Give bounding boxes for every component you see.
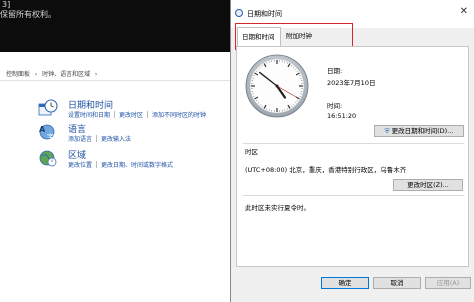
time-label: 时间: (327, 102, 343, 110)
svg-text:A: A (39, 125, 46, 134)
change-datetime-button[interactable]: ⛨ 更改日期和时间(D)... (374, 125, 464, 137)
time-value: 16:51:20 (327, 112, 357, 120)
breadcrumb-item-control-panel[interactable]: 控制面板 (6, 71, 30, 78)
svg-text:字: 字 (47, 132, 54, 141)
timezone-section-label: 时区 (245, 148, 258, 156)
link-separator (96, 135, 98, 142)
ok-button[interactable]: 确定 (321, 277, 369, 289)
breadcrumb-separator: › (32, 71, 40, 78)
link-change-location[interactable]: 更改位置 (68, 162, 92, 169)
link-add-clocks[interactable]: 添加不同时区的时钟 (152, 112, 206, 119)
link-change-formats[interactable]: 更改日期、时间或数字格式 (101, 162, 173, 169)
console-line-2: 保留所有权利。 (0, 10, 56, 19)
clock-calendar-icon (38, 99, 58, 116)
link-separator (96, 161, 98, 168)
divider (243, 195, 464, 196)
apply-button[interactable]: 应用(A) (425, 277, 471, 289)
shield-icon: ⛨ (384, 127, 390, 135)
link-change-input-method[interactable]: 更改输入法 (101, 136, 131, 143)
close-icon[interactable]: ✕ (460, 6, 468, 17)
dialog-buttons: 确定 取消 应用(A) (231, 277, 474, 293)
change-datetime-label: 更改日期和时间(D)... (391, 127, 454, 135)
link-add-language[interactable]: 添加语言 (68, 136, 92, 143)
link-separator (147, 111, 149, 118)
change-timezone-button[interactable]: 更改时区(Z)... (393, 179, 463, 191)
breadcrumb-item-clock-language-region[interactable]: 时钟、语言和区域 (42, 71, 90, 78)
link-change-timezone[interactable]: 更改时区 (119, 112, 143, 119)
dst-note: 此时区未实行夏令时。 (245, 204, 310, 212)
language-icon: A 字 (39, 124, 55, 141)
timezone-value: (UTC+08:00) 北京，重庆，香港特别行政区，乌鲁木齐 (245, 166, 407, 174)
date-time-dialog: 日期和时间 ✕ 日期和时间 附加时钟 日期: 2023年7月10日 时间: 16… (230, 0, 474, 302)
breadcrumb: 控制面板 › 时钟、语言和区域 › (0, 69, 230, 81)
cancel-button[interactable]: 取消 (373, 277, 421, 289)
link-separator (114, 111, 116, 118)
analog-clock (245, 54, 309, 118)
breadcrumb-separator: › (93, 71, 98, 78)
tab-panel: 日期: 2023年7月10日 时间: 16:51:20 ⛨ 更改日期和时间(D)… (236, 46, 469, 267)
globe-clock-icon (39, 150, 57, 167)
console-line-1: 3] (2, 0, 11, 9)
date-label: 日期: (327, 67, 343, 75)
date-value: 2023年7月10日 (327, 79, 376, 87)
clock-icon (235, 9, 243, 17)
link-set-date-time[interactable]: 设置时间和日期 (68, 112, 110, 119)
divider (243, 143, 464, 144)
dialog-title: 日期和时间 (247, 10, 282, 18)
